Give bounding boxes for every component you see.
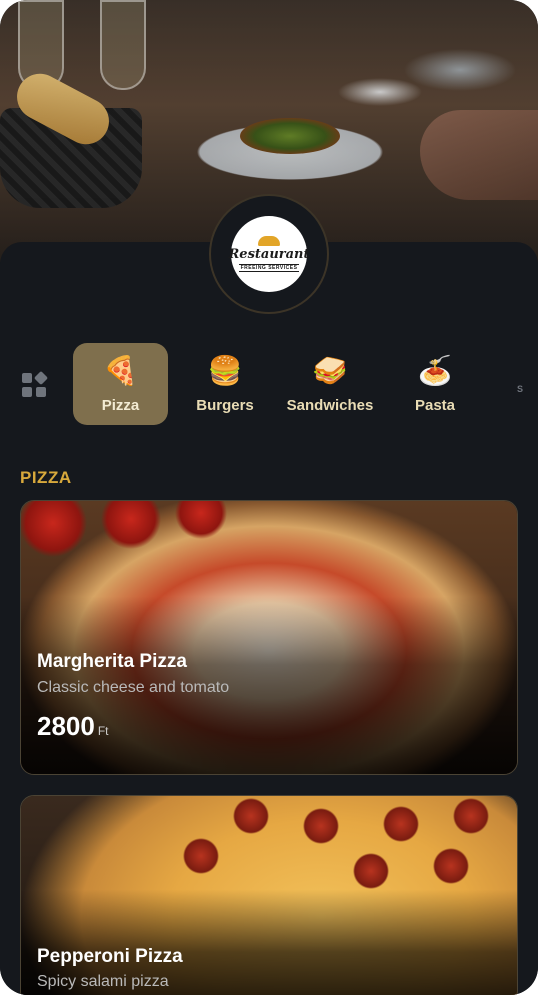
category-burgers[interactable]: 🍔 Burgers [185, 343, 265, 425]
item-description: Spicy salami pizza [37, 973, 169, 990]
logo-name: Restaurant [228, 247, 310, 262]
price-currency: Ft [97, 724, 109, 738]
category-label: Burgers [196, 396, 254, 414]
menu-item-card[interactable]: Margherita Pizza Classic cheese and toma… [20, 500, 518, 775]
category-label: Pasta [414, 396, 456, 414]
sandwich-icon: 🥪 [312, 353, 348, 387]
item-name: Pepperoni Pizza [37, 946, 183, 967]
logo-badge: Restaurant FREEING SERVICES [228, 216, 310, 292]
section-title: PIZZA [20, 468, 72, 487]
category-grid-icon[interactable] [22, 370, 49, 399]
item-price: 2800 Ft [37, 711, 109, 742]
item-name: Margherita Pizza [37, 651, 187, 672]
app-screen: Restaurant FREEING SERVICES 🍕 Pizza 🍔 Bu… [0, 0, 538, 995]
pasta-icon: 🍝 [417, 353, 453, 387]
category-pasta[interactable]: 🍝 Pasta [400, 343, 470, 425]
category-label: Sandwiches [286, 396, 374, 414]
menu-item-card[interactable]: Pepperoni Pizza Spicy salami pizza [20, 795, 518, 995]
pizza-icon: 🍕 [103, 353, 138, 387]
restaurant-logo: Restaurant FREEING SERVICES [209, 194, 329, 314]
category-pizza[interactable]: 🍕 Pizza [73, 343, 168, 425]
item-description: Classic cheese and tomato [37, 679, 230, 696]
burger-icon: 🍔 [207, 353, 243, 387]
category-partial[interactable]: S [510, 343, 530, 425]
category-label: Pizza [101, 396, 140, 414]
price-amount: 2800 [37, 711, 95, 741]
logo-subtitle: FREEING SERVICES [238, 264, 300, 272]
category-sandwiches[interactable]: 🥪 Sandwiches [282, 343, 378, 425]
chef-hat-icon [258, 236, 280, 246]
category-label: S [516, 384, 523, 394]
